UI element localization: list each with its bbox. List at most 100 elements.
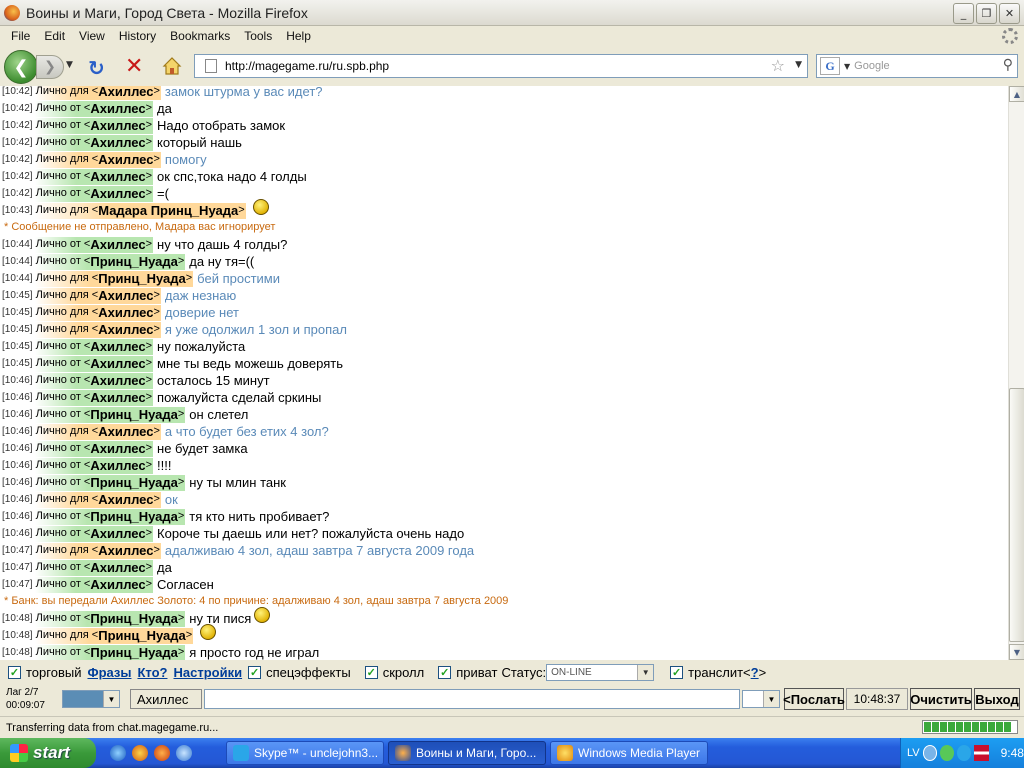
exit-button[interactable]: Выход: [974, 688, 1020, 710]
nick[interactable]: Принц_Нуада: [90, 406, 178, 423]
history-dropdown-icon[interactable]: ▼: [66, 60, 73, 70]
home-button[interactable]: [161, 55, 183, 77]
nick[interactable]: Ахиллес: [98, 151, 153, 168]
private-from-tag[interactable]: Лично от < Принц_Нуада >: [34, 406, 186, 423]
back-button[interactable]: ❮: [4, 50, 38, 84]
nick[interactable]: Ахиллес: [90, 236, 145, 253]
menu-bookmarks[interactable]: Bookmarks: [163, 29, 237, 43]
private-from-tag[interactable]: Лично от < Ахиллес >: [34, 117, 154, 134]
status-select[interactable]: ON-LINE ▼: [546, 663, 655, 681]
phrases-link[interactable]: Фразы: [87, 665, 131, 680]
chevron-down-icon[interactable]: ▼: [637, 664, 654, 680]
private-from-tag[interactable]: Лично от < Ахиллес >: [34, 525, 154, 542]
private-to-tag[interactable]: Лично для < Ахиллес >: [34, 491, 161, 508]
who-link[interactable]: Кто?: [137, 665, 167, 680]
nick[interactable]: Ахиллес: [90, 134, 145, 151]
nick[interactable]: Принц_Нуада: [90, 508, 178, 525]
nick[interactable]: Ахиллес: [98, 423, 153, 440]
nick[interactable]: Ахиллес: [98, 86, 153, 100]
menu-history[interactable]: History: [112, 29, 163, 43]
minimize-button[interactable]: _: [953, 3, 974, 24]
nick[interactable]: Ахиллес: [98, 304, 153, 321]
scroll-up-icon[interactable]: ▲: [1009, 86, 1024, 102]
nick[interactable]: Мадара Принц_Нуада: [98, 202, 238, 219]
recipient-nick[interactable]: Ахиллес: [130, 689, 202, 709]
nick[interactable]: Ахиллес: [90, 440, 145, 457]
private-to-tag[interactable]: Лично для < Ахиллес >: [34, 423, 161, 440]
message-input[interactable]: [204, 689, 740, 709]
nick[interactable]: Принц_Нуада: [90, 474, 178, 491]
private-from-tag[interactable]: Лично от < Ахиллес >: [34, 440, 154, 457]
menu-edit[interactable]: Edit: [37, 29, 72, 43]
media-player-quicklaunch-icon[interactable]: [132, 745, 148, 761]
private-from-tag[interactable]: Лично от < Ахиллес >: [34, 134, 154, 151]
private-checkbox[interactable]: ✓: [438, 665, 452, 679]
nick[interactable]: Ахиллес: [90, 100, 145, 117]
scroll-thumb[interactable]: [1009, 388, 1024, 642]
private-from-tag[interactable]: Лично от < Принц_Нуада >: [34, 474, 186, 491]
private-from-tag[interactable]: Лично от < Ахиллес >: [34, 185, 154, 202]
search-bar[interactable]: G ▼ Google ⚲: [816, 54, 1018, 78]
nick[interactable]: Принц_Нуада: [90, 644, 178, 660]
stop-button[interactable]: ✕: [125, 54, 143, 79]
search-engine-dropdown-icon[interactable]: ▼: [844, 62, 850, 71]
nick[interactable]: Ахиллес: [90, 355, 145, 372]
private-from-tag[interactable]: Лично от < Ахиллес >: [34, 457, 154, 474]
private-from-tag[interactable]: Лично от < Ахиллес >: [34, 355, 154, 372]
skype-tray-icon[interactable]: [957, 745, 972, 761]
translit-help-link[interactable]: ?: [751, 665, 759, 680]
effects-checkbox[interactable]: ✓: [248, 665, 262, 679]
private-from-tag[interactable]: Лично от < Принц_Нуада >: [34, 644, 186, 660]
task-media-player[interactable]: Windows Media Player: [550, 741, 708, 765]
private-to-tag[interactable]: Лично для < Ахиллес >: [34, 151, 161, 168]
private-to-tag[interactable]: Лично для < Ахиллес >: [34, 321, 161, 338]
search-placeholder[interactable]: Google: [854, 60, 889, 72]
nick[interactable]: Ахиллес: [90, 372, 145, 389]
bookmark-star-icon[interactable]: ☆: [771, 56, 785, 75]
flag-icon[interactable]: [974, 745, 989, 761]
private-to-tag[interactable]: Лично для < Мадара Принц_Нуада >: [34, 202, 246, 219]
nick[interactable]: Ахиллес: [98, 542, 153, 559]
language-indicator[interactable]: LV: [907, 747, 920, 759]
private-from-tag[interactable]: Лично от < Ахиллес >: [34, 559, 154, 576]
nick[interactable]: Ахиллес: [90, 559, 145, 576]
private-to-tag[interactable]: Лично для < Принц_Нуада >: [34, 627, 194, 644]
nick[interactable]: Ахиллес: [90, 338, 145, 355]
nick[interactable]: Ахиллес: [90, 457, 145, 474]
private-to-tag[interactable]: Лично для < Ахиллес >: [34, 86, 161, 100]
text-color-select[interactable]: ▼: [62, 690, 120, 708]
url-bar[interactable]: http://magegame.ru/ru.spb.php ☆ ▼: [194, 54, 808, 78]
private-from-tag[interactable]: Лично от < Ахиллес >: [34, 338, 154, 355]
private-to-tag[interactable]: Лично для < Принц_Нуада >: [34, 270, 194, 287]
private-to-tag[interactable]: Лично для < Ахиллес >: [34, 542, 161, 559]
nick[interactable]: Ахиллес: [90, 389, 145, 406]
private-from-tag[interactable]: Лично от < Ахиллес >: [34, 372, 154, 389]
search-icon[interactable]: ⚲: [1003, 57, 1013, 73]
send-button[interactable]: <Послать: [783, 688, 845, 710]
show-desktop-icon[interactable]: [176, 745, 192, 761]
clear-button[interactable]: Очистить: [910, 688, 972, 710]
menu-tools[interactable]: Tools: [237, 29, 279, 43]
nick[interactable]: Принц_Нуада: [98, 627, 186, 644]
url-text[interactable]: http://magegame.ru/ru.spb.php: [225, 59, 389, 73]
private-from-tag[interactable]: Лично от < Ахиллес >: [34, 100, 154, 117]
private-from-tag[interactable]: Лично от < Ахиллес >: [34, 576, 154, 593]
private-from-tag[interactable]: Лично от < Ахиллес >: [34, 236, 154, 253]
private-from-tag[interactable]: Лично от < Принц_Нуада >: [34, 610, 186, 627]
forward-button[interactable]: ❯: [36, 55, 64, 79]
private-to-tag[interactable]: Лично для < Ахиллес >: [34, 304, 161, 321]
menu-file[interactable]: File: [4, 29, 37, 43]
menu-view[interactable]: View: [72, 29, 112, 43]
nick[interactable]: Принц_Нуада: [90, 253, 178, 270]
menu-help[interactable]: Help: [279, 29, 318, 43]
nick[interactable]: Ахиллес: [90, 168, 145, 185]
scroll-checkbox[interactable]: ✓: [364, 665, 378, 679]
private-from-tag[interactable]: Лично от < Ахиллес >: [34, 389, 154, 406]
network-icon[interactable]: [940, 745, 955, 761]
private-from-tag[interactable]: Лично от < Принц_Нуада >: [34, 508, 186, 525]
start-button[interactable]: start: [0, 738, 96, 768]
firefox-quicklaunch-icon[interactable]: [154, 745, 170, 761]
vertical-scrollbar[interactable]: ▲ ▼: [1008, 86, 1024, 660]
nick[interactable]: Ахиллес: [90, 185, 145, 202]
url-dropdown-icon[interactable]: ▼: [795, 60, 802, 70]
